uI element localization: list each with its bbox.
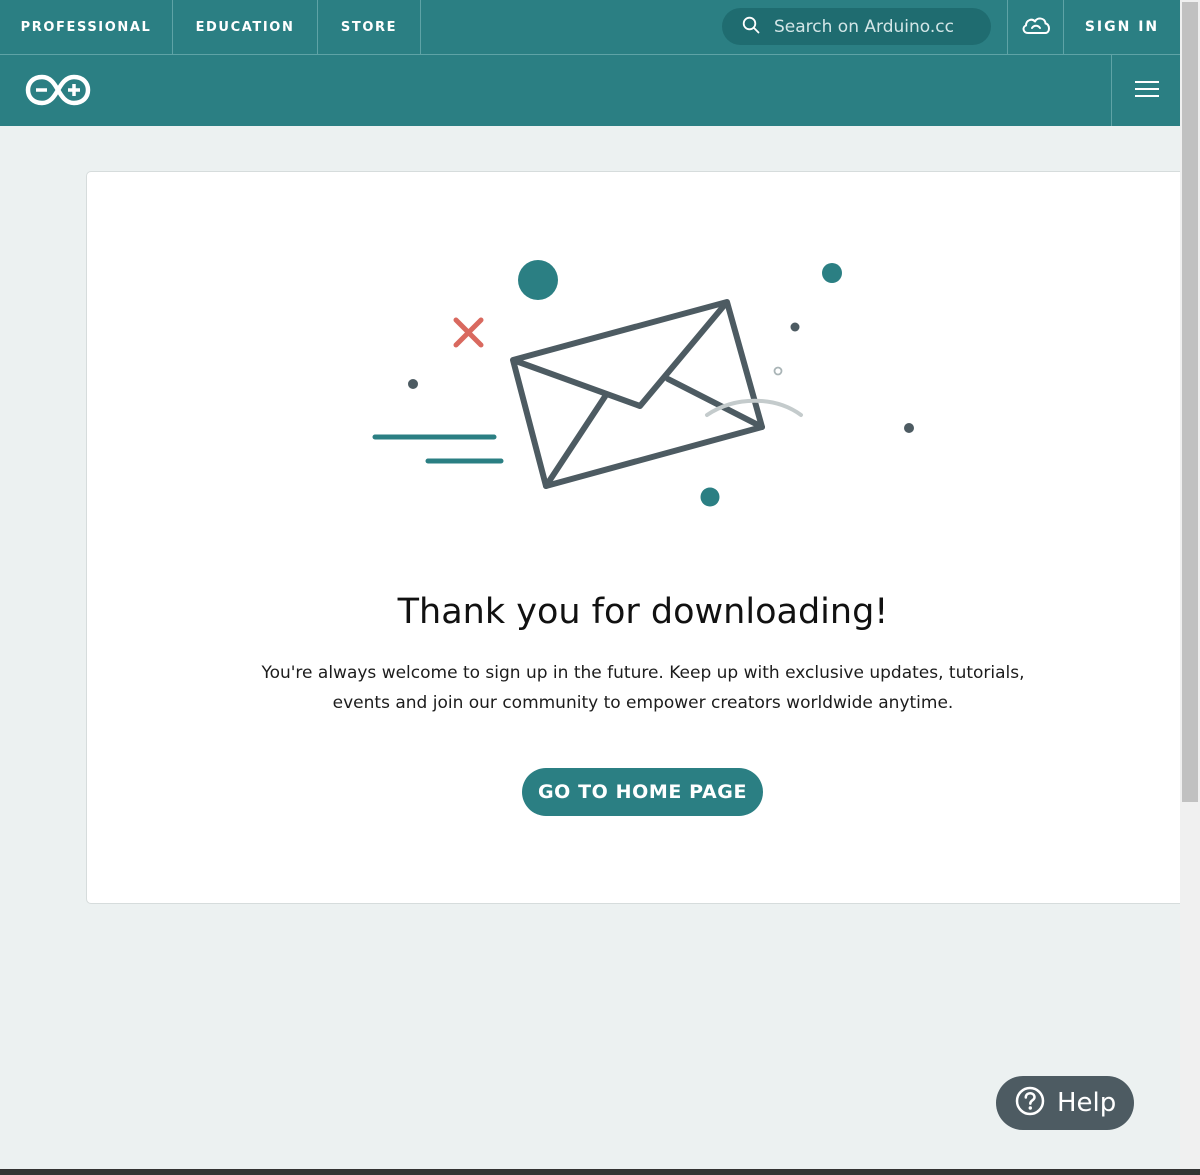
page-subtitle: You're always welcome to sign up in the …: [256, 658, 1030, 718]
subtitle-line-1: You're always welcome to sign up in the …: [261, 663, 1025, 683]
arduino-logo[interactable]: [25, 73, 91, 111]
question-mark-icon: [1015, 1086, 1045, 1120]
cloud-button[interactable]: [1007, 0, 1064, 54]
vertical-scrollbar[interactable]: [1180, 0, 1200, 1175]
page-title: Thank you for downloading!: [397, 592, 889, 632]
nav-store[interactable]: STORE: [318, 0, 421, 54]
window-bottom-edge: [0, 1169, 1200, 1175]
nav-professional-label: PROFESSIONAL: [20, 19, 152, 35]
header-bar: [0, 55, 1180, 126]
nav-professional[interactable]: PROFESSIONAL: [0, 0, 173, 54]
nav-education[interactable]: EDUCATION: [173, 0, 318, 54]
sign-in-button[interactable]: SIGN IN: [1064, 0, 1180, 54]
go-to-home-page-button[interactable]: GO TO HOME PAGE: [522, 768, 763, 816]
top-navigation-bar: PROFESSIONAL EDUCATION STORE SIGN IN: [0, 0, 1180, 55]
subtitle-line-2: events and join our community to empower…: [332, 693, 954, 713]
scrollbar-thumb[interactable]: [1182, 2, 1198, 802]
help-label: Help: [1057, 1088, 1117, 1118]
search-icon: [742, 16, 760, 38]
envelope-illustration: [360, 250, 920, 514]
menu-button[interactable]: [1111, 55, 1181, 126]
nav-education-label: EDUCATION: [195, 19, 295, 35]
help-button[interactable]: Help: [996, 1076, 1134, 1130]
search-input[interactable]: [772, 15, 986, 38]
sign-in-label: SIGN IN: [1084, 19, 1160, 35]
nav-store-label: STORE: [340, 19, 398, 35]
hamburger-menu-icon: [1134, 80, 1159, 102]
search-box[interactable]: [722, 8, 991, 45]
cloud-icon: [1020, 14, 1052, 40]
